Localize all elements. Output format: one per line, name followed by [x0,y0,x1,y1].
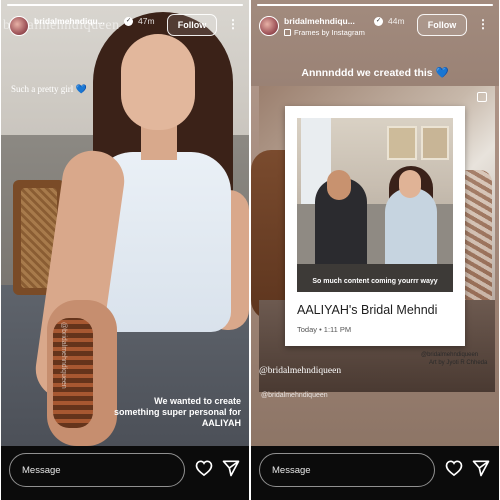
polaroid-photo: So much content coming yourrr wayy [297,118,453,292]
post-time: 44m [388,16,405,26]
stories-comparison: bridalmehndiqueen Such a pretty girl 💙 @… [0,0,500,500]
more-vertical-icon[interactable]: ⋮ [227,17,239,31]
heart-outline-icon[interactable] [194,458,214,478]
verified-badge-icon: ✓ [124,17,133,26]
story-header: bridalmehndiqu... ✓ 44m Frames by Instag… [251,10,499,46]
send-icon[interactable] [221,458,241,478]
vertical-watermark: @bridalmehndiqueen [60,322,67,389]
post-time: 47m [138,16,155,26]
story-progress-fill [257,4,493,6]
multiple-photos-icon [477,92,487,102]
brand-handle: @bridalmehndiqueen [259,366,342,376]
reply-bar [1,446,249,500]
polaroid-date: Today • 1:11 PM [297,325,352,334]
story-header: bridalmehndiqu... ✓ 47m Follow ⋮ [1,10,249,46]
polaroid-photo-caption: So much content coming yourrr wayy [312,278,438,285]
blue-heart-emoji: 💙 [435,67,449,79]
follow-button[interactable]: Follow [417,14,467,36]
artist-credit: Art by Jyoti R Chheda [429,360,488,366]
story-progress-bar [7,4,243,6]
artist-credit-handle: @bridalmehndiqueen [421,352,479,358]
story-right[interactable]: Annnnddd we created this 💙 So much conte [251,0,499,500]
blue-heart-emoji: 💙 [75,84,87,94]
message-input[interactable] [9,453,185,487]
polaroid-title: AALIYAH's Bridal Mehndi [297,303,438,317]
story-photo: Annnnddd we created this 💙 So much conte [251,0,499,446]
story-progress-bar [257,4,493,6]
avatar[interactable] [259,16,279,36]
frames-subtitle: Frames by Instagram [284,28,365,37]
polaroid-frame[interactable]: So much content coming yourrr wayy AALIY… [285,106,465,346]
avatar[interactable] [9,16,29,36]
verified-badge-icon: ✓ [374,17,383,26]
story-left[interactable]: bridalmehndiqueen Such a pretty girl 💙 @… [1,0,249,500]
story-progress-fill [7,4,243,6]
brand-handle-small: @bridalmehndiqueen [261,392,328,399]
frames-icon [284,29,291,36]
story-caption-top: Annnnddd we created this 💙 [301,67,449,79]
story-photo: bridalmehndiqueen Such a pretty girl 💙 @… [1,0,249,446]
reply-bar [251,446,499,500]
story-caption-top: Such a pretty girl 💙 [11,84,87,94]
username[interactable]: bridalmehndiqu... [34,16,105,26]
heart-outline-icon[interactable] [444,458,464,478]
more-vertical-icon[interactable]: ⋮ [477,17,489,31]
story-caption-bottom: We wanted to create something super pers… [113,396,241,428]
follow-button[interactable]: Follow [167,14,217,36]
username[interactable]: bridalmehndiqu... [284,16,355,26]
send-icon[interactable] [471,458,491,478]
message-input[interactable] [259,453,435,487]
